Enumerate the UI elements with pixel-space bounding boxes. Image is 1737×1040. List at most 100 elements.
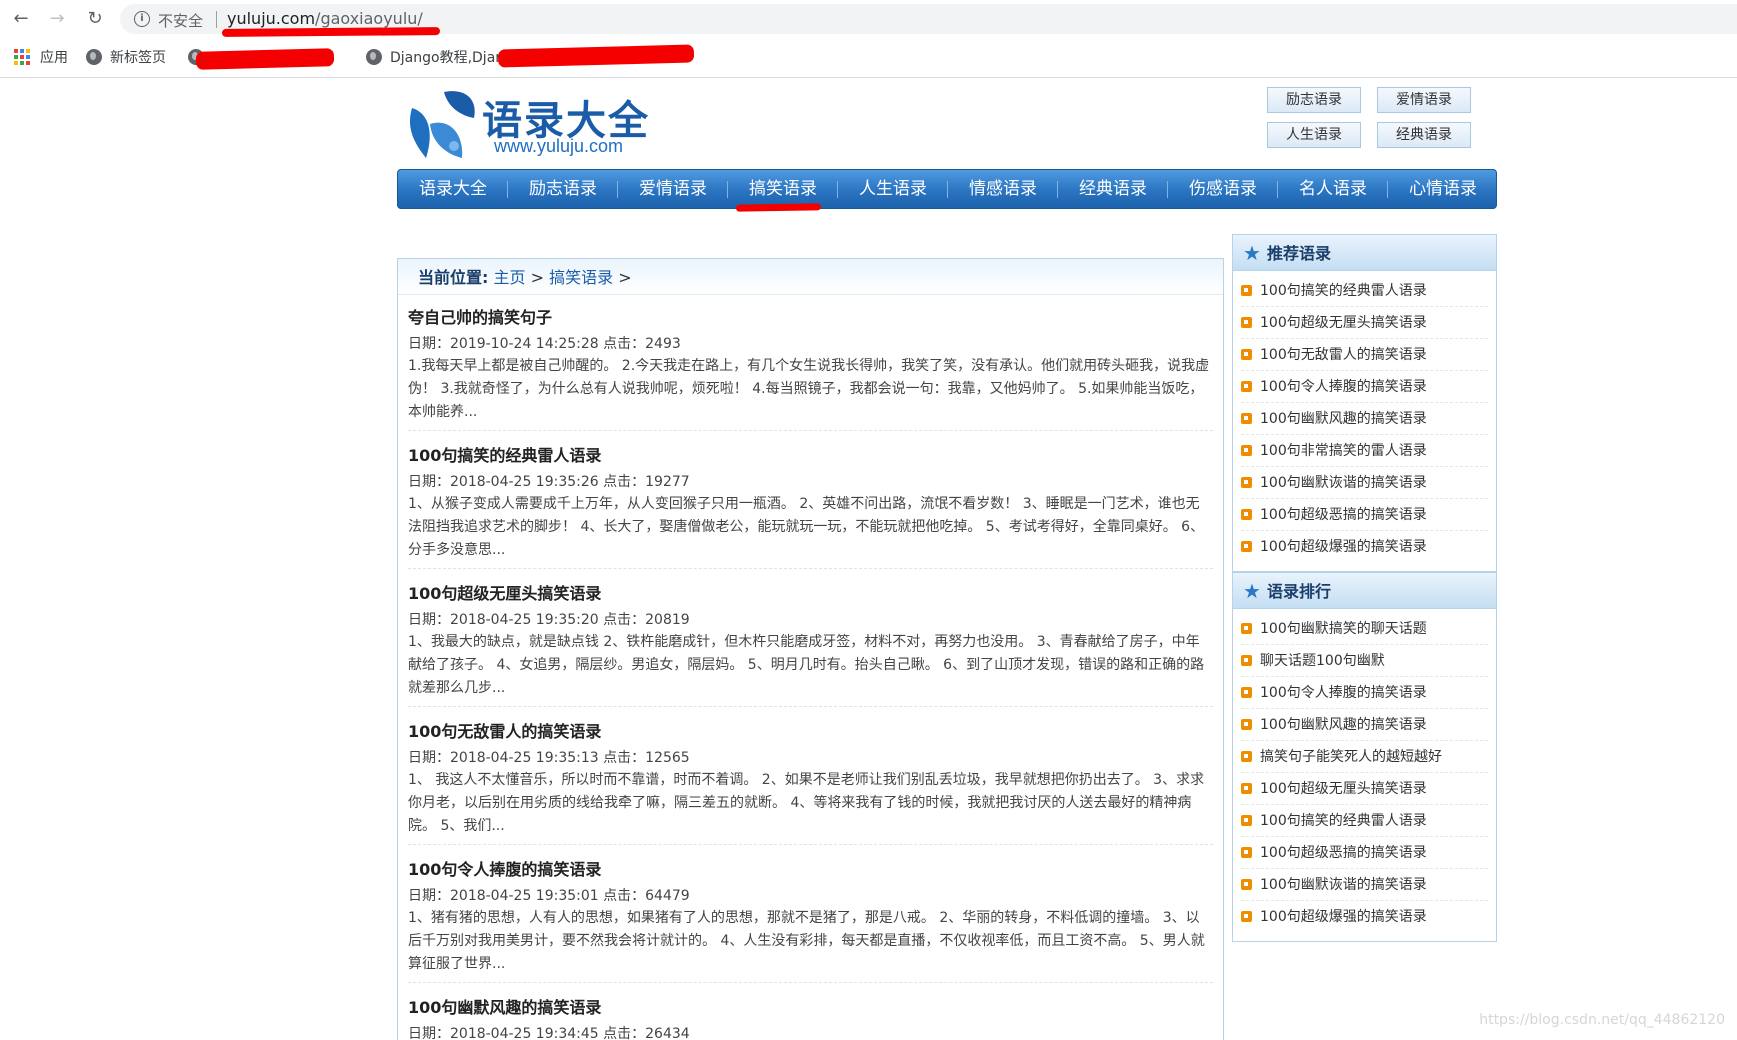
- article-title[interactable]: 100句令人捧腹的搞笑语录: [408, 859, 1213, 881]
- bookmark-new-tab-label: 新标签页: [110, 50, 166, 66]
- bullet-icon: [1241, 509, 1252, 520]
- list-item[interactable]: 100句幽默诙谐的搞笑语录: [1241, 869, 1488, 901]
- list-item[interactable]: 100句超级恶搞的搞笑语录: [1241, 499, 1488, 531]
- url-text[interactable]: yuluju.com/gaoxiaoyulu/: [227, 9, 423, 28]
- bullet-icon: [1241, 719, 1252, 730]
- bullet-icon: [1241, 655, 1252, 666]
- list-item[interactable]: 100句非常搞笑的雷人语录: [1241, 435, 1488, 467]
- recommend-title: 推荐语录: [1266, 244, 1331, 263]
- nav-item-shanggan[interactable]: 伤感语录: [1168, 170, 1278, 208]
- article-meta: 日期：2018-04-25 19:35:13 点击：12565: [408, 750, 690, 766]
- list-item[interactable]: 100句超级无厘头搞笑语录: [1241, 773, 1488, 805]
- top-link-lizhi[interactable]: 励志语录: [1267, 87, 1361, 113]
- article-meta: 日期：2018-04-25 19:35:01 点击：64479: [408, 888, 690, 904]
- article-summary: 1、猪有猪的思想，人有人的思想，如果猪有了人的思想，那就不是猪了，那是八戒。 2…: [408, 910, 1205, 972]
- breadcrumb-label: 当前位置:: [418, 268, 489, 287]
- list-item[interactable]: 100句超级无厘头搞笑语录: [1241, 307, 1488, 339]
- nav-item-qinggan[interactable]: 情感语录: [948, 170, 1058, 208]
- list-item[interactable]: 100句搞笑的经典雷人语录: [1241, 275, 1488, 307]
- forward-icon[interactable]: →: [46, 8, 68, 30]
- article-list-panel: 当前位置: 主页 > 搞笑语录 > 夸自己帅的搞笑句子 日期：2019-10-2…: [397, 258, 1224, 1040]
- breadcrumb: 当前位置: 主页 > 搞笑语录 >: [398, 259, 1223, 295]
- article-title[interactable]: 夸自己帅的搞笑句子: [408, 307, 1213, 329]
- list-item[interactable]: 搞笑句子能笑死人的越短越好: [1241, 741, 1488, 773]
- breadcrumb-home[interactable]: 主页: [494, 268, 526, 287]
- bookmark-apps[interactable]: 应用: [40, 47, 68, 69]
- list-item[interactable]: 100句搞笑的经典雷人语录: [1241, 805, 1488, 837]
- bullet-icon: [1241, 783, 1252, 794]
- list-item-label: 100句令人捧腹的搞笑语录: [1260, 685, 1427, 701]
- list-item[interactable]: 聊天话题100句幽默: [1241, 645, 1488, 677]
- list-item-label: 聊天话题100句幽默: [1260, 653, 1385, 669]
- list-item[interactable]: 100句超级恶搞的搞笑语录: [1241, 837, 1488, 869]
- ranking-list: 100句幽默搞笑的聊天话题 聊天话题100句幽默 100句令人捧腹的搞笑语录 1…: [1233, 609, 1496, 933]
- info-icon[interactable]: i: [134, 11, 150, 27]
- article-meta: 日期：2018-04-25 19:35:26 点击：19277: [408, 474, 690, 490]
- nav-item-mingren[interactable]: 名人语录: [1278, 170, 1388, 208]
- nav-item-rensheng[interactable]: 人生语录: [838, 170, 948, 208]
- nav-item-xinqing[interactable]: 心情语录: [1388, 170, 1498, 208]
- article-item: 100句超级无厘头搞笑语录 日期：2018-04-25 19:35:20 点击：…: [408, 583, 1213, 707]
- reload-icon[interactable]: ↻: [84, 8, 106, 30]
- article-summary: 1、 我这人不太懂音乐，所以时而不靠谱，时而不着调。 2、如果不是老师让我们别乱…: [408, 772, 1205, 834]
- top-link-rensheng[interactable]: 人生语录: [1267, 122, 1361, 148]
- list-item[interactable]: 100句幽默诙谐的搞笑语录: [1241, 467, 1488, 499]
- nav-item-yulu-daquan[interactable]: 语录大全: [398, 170, 508, 208]
- article-title[interactable]: 100句超级无厘头搞笑语录: [408, 583, 1213, 605]
- nav-item-jingdian[interactable]: 经典语录: [1058, 170, 1168, 208]
- article-item: 100句搞笑的经典雷人语录 日期：2018-04-25 19:35:26 点击：…: [408, 445, 1213, 569]
- list-item-label: 100句搞笑的经典雷人语录: [1260, 283, 1427, 299]
- list-item-label: 100句幽默风趣的搞笑语录: [1260, 411, 1427, 427]
- bullet-icon: [1241, 285, 1252, 296]
- list-item-label: 100句超级恶搞的搞笑语录: [1260, 507, 1427, 523]
- list-item-label: 100句幽默搞笑的聊天话题: [1260, 621, 1427, 637]
- bullet-icon: [1241, 413, 1252, 424]
- article-item: 100句无敌雷人的搞笑语录 日期：2018-04-25 19:35:13 点击：…: [408, 721, 1213, 845]
- list-item-label: 100句超级无厘头搞笑语录: [1260, 315, 1427, 331]
- list-item[interactable]: 100句令人捧腹的搞笑语录: [1241, 677, 1488, 709]
- site-logo[interactable]: 语录大全 www.yuluju.com: [404, 86, 654, 162]
- url-domain: yuluju.com: [227, 9, 316, 28]
- list-item[interactable]: 100句幽默风趣的搞笑语录: [1241, 709, 1488, 741]
- back-icon[interactable]: ←: [10, 8, 32, 30]
- list-item[interactable]: 100句幽默搞笑的聊天话题: [1241, 613, 1488, 645]
- bookmark-new-tab[interactable]: 新标签页: [86, 47, 166, 69]
- globe-icon: [366, 49, 382, 65]
- apps-grid-icon[interactable]: [14, 49, 30, 65]
- breadcrumb-current[interactable]: 搞笑语录: [549, 268, 613, 287]
- recommend-list: 100句搞笑的经典雷人语录 100句超级无厘头搞笑语录 100句无敌雷人的搞笑语…: [1233, 271, 1496, 563]
- article-summary: 1、我最大的缺点，就是缺点钱 2、铁杵能磨成针，但木杵只能磨成牙签，材料不对，再…: [408, 634, 1205, 696]
- nav-item-aiqing[interactable]: 爱情语录: [618, 170, 728, 208]
- bullet-icon: [1241, 477, 1252, 488]
- ranking-box: ★ 语录排行 100句幽默搞笑的聊天话题 聊天话题100句幽默 100句令人捧腹的…: [1232, 572, 1497, 942]
- url-path: /gaoxiaoyulu/: [315, 9, 423, 28]
- article-item: 100句幽默风趣的搞笑语录 日期：2018-04-25 19:34:45 点击：…: [408, 997, 1213, 1040]
- bullet-icon: [1241, 317, 1252, 328]
- list-item[interactable]: 100句令人捧腹的搞笑语录: [1241, 371, 1488, 403]
- leaf-logo-icon: [409, 91, 475, 158]
- address-divider: [216, 11, 217, 28]
- nav-item-lizhi[interactable]: 励志语录: [508, 170, 618, 208]
- top-link-jingdian[interactable]: 经典语录: [1377, 122, 1471, 148]
- article-meta: 日期：2018-04-25 19:34:45 点击：26434: [408, 1026, 690, 1040]
- article-title[interactable]: 100句无敌雷人的搞笑语录: [408, 721, 1213, 743]
- insecure-label: 不安全: [158, 12, 204, 30]
- top-link-aiqing[interactable]: 爱情语录: [1377, 87, 1471, 113]
- list-item-label: 100句超级无厘头搞笑语录: [1260, 781, 1427, 797]
- article-item: 夸自己帅的搞笑句子 日期：2019-10-24 14:25:28 点击：2493…: [408, 307, 1213, 431]
- list-item-label: 100句超级爆强的搞笑语录: [1260, 539, 1427, 555]
- list-item-label: 100句搞笑的经典雷人语录: [1260, 813, 1427, 829]
- list-item-label: 100句非常搞笑的雷人语录: [1260, 443, 1427, 459]
- nav-item-gaoxiao[interactable]: 搞笑语录: [728, 170, 838, 208]
- article-title[interactable]: 100句搞笑的经典雷人语录: [408, 445, 1213, 467]
- bullet-icon: [1241, 349, 1252, 360]
- list-item-label: 100句幽默诙谐的搞笑语录: [1260, 877, 1427, 893]
- list-item[interactable]: 100句超级爆强的搞笑语录: [1241, 901, 1488, 933]
- bullet-icon: [1241, 911, 1252, 922]
- article-title[interactable]: 100句幽默风趣的搞笑语录: [408, 997, 1213, 1019]
- list-item[interactable]: 100句幽默风趣的搞笑语录: [1241, 403, 1488, 435]
- list-item-label: 100句令人捧腹的搞笑语录: [1260, 379, 1427, 395]
- list-item[interactable]: 100句超级爆强的搞笑语录: [1241, 531, 1488, 563]
- bullet-icon: [1241, 687, 1252, 698]
- list-item[interactable]: 100句无敌雷人的搞笑语录: [1241, 339, 1488, 371]
